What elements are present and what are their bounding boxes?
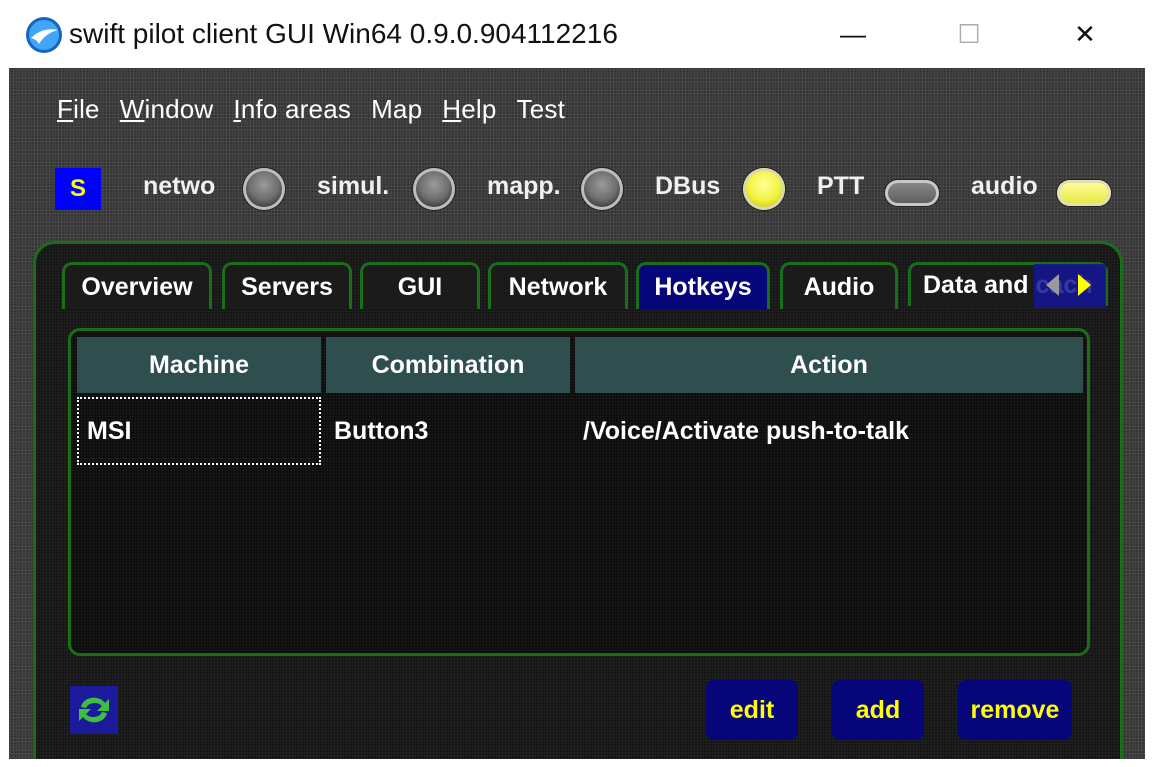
mapping-status-label: mapp. xyxy=(487,172,561,200)
simulator-status-label: simul. xyxy=(317,172,390,200)
tab-network[interactable]: Network xyxy=(488,262,628,309)
hotkeys-table: Machine Combination Action MSI Button3 /… xyxy=(68,328,1090,656)
tab-hotkeys[interactable]: Hotkeys xyxy=(636,262,770,309)
menu-info-areas[interactable]: Info areas xyxy=(223,94,361,125)
menu-help-label: elp xyxy=(461,94,497,124)
swift-logo-icon xyxy=(26,17,62,53)
audio-status-label: audio xyxy=(971,172,1038,200)
menu-map[interactable]: Map xyxy=(361,94,432,125)
ptt-led-icon xyxy=(885,180,939,206)
maximize-button[interactable]: ☐ xyxy=(939,8,999,60)
menu-window-mnemonic: W xyxy=(119,94,145,124)
scroll-left-icon[interactable] xyxy=(1046,274,1059,296)
refresh-button[interactable] xyxy=(70,686,118,734)
swift-status-badge[interactable]: S xyxy=(55,168,101,210)
ptt-status-label: PTT xyxy=(817,172,865,200)
add-button[interactable]: add xyxy=(832,680,924,740)
tab-gui[interactable]: GUI xyxy=(360,262,480,309)
tab-overview[interactable]: Overview xyxy=(62,262,212,309)
network-status-label: netwo xyxy=(143,172,216,200)
mapping-led-icon xyxy=(581,168,623,210)
audio-led-icon xyxy=(1057,180,1111,206)
menu-info-label: nfo areas xyxy=(240,94,352,124)
dbus-led-icon xyxy=(743,168,785,210)
window-title: swift pilot client GUI Win64 0.9.0.90411… xyxy=(69,18,618,49)
menu-file[interactable]: File xyxy=(47,94,110,125)
tab-audio[interactable]: Audio xyxy=(780,262,898,309)
scroll-right-icon[interactable] xyxy=(1078,274,1091,296)
cell-machine[interactable]: MSI xyxy=(77,397,321,465)
column-header-action[interactable]: Action xyxy=(575,337,1083,393)
menu-file-label: ile xyxy=(73,94,100,124)
menu-info-mnemonic: I xyxy=(233,94,241,124)
network-led-icon xyxy=(243,168,285,210)
menu-help[interactable]: Help xyxy=(432,94,506,125)
status-indicators: S netwo simul. mapp. DBus PTT audio xyxy=(55,168,1125,212)
app-window: swift pilot client GUI Win64 0.9.0.90411… xyxy=(9,8,1145,759)
refresh-icon xyxy=(79,697,109,723)
cell-combination[interactable]: Button3 xyxy=(326,397,570,465)
menu-window-label: indow xyxy=(144,94,214,124)
menu-help-mnemonic: H xyxy=(442,94,462,124)
title-bar: swift pilot client GUI Win64 0.9.0.90411… xyxy=(9,8,1145,68)
tab-servers[interactable]: Servers xyxy=(222,262,352,309)
column-header-combination[interactable]: Combination xyxy=(326,337,570,393)
simulator-led-icon xyxy=(413,168,455,210)
remove-button[interactable]: remove xyxy=(958,680,1072,740)
dbus-status-label: DBus xyxy=(655,172,721,200)
column-header-machine[interactable]: Machine xyxy=(77,337,321,393)
menu-window[interactable]: Window xyxy=(110,94,224,125)
cell-action[interactable]: /Voice/Activate push-to-talk xyxy=(575,397,1083,465)
close-button[interactable]: ✕ xyxy=(1055,8,1115,60)
menu-file-mnemonic: F xyxy=(57,94,74,124)
menu-bar: File Window Info areas Map Help Test xyxy=(47,94,575,125)
minimize-button[interactable]: — xyxy=(823,8,883,60)
edit-button[interactable]: edit xyxy=(706,680,798,740)
tab-scroll-buttons xyxy=(1034,264,1106,308)
menu-test[interactable]: Test xyxy=(507,94,575,125)
settings-panel: Overview Servers GUI Network Hotkeys Aud… xyxy=(33,241,1123,759)
